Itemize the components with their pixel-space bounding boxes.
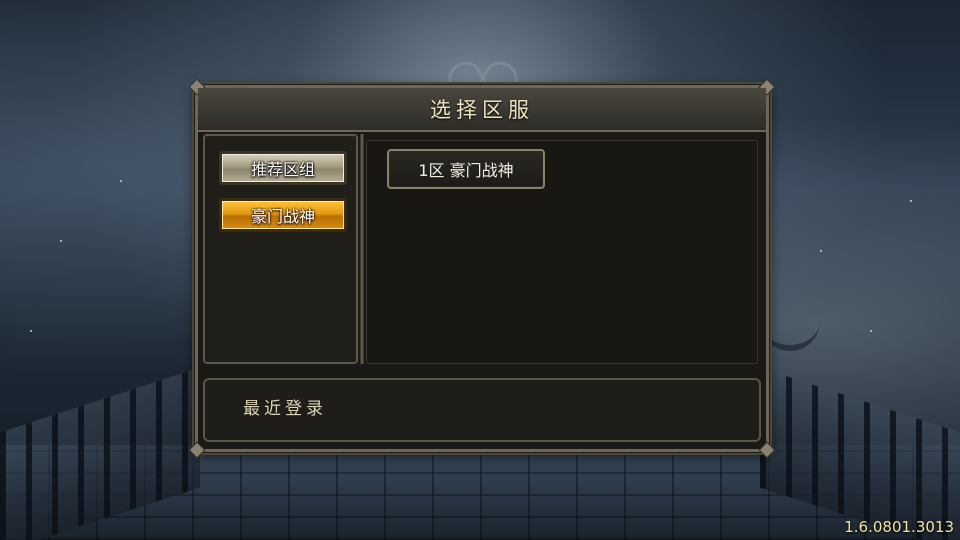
- background-pavilion-roof: [760, 315, 820, 351]
- dialog-title-bar: 选择区服: [198, 88, 766, 132]
- group-button-haomen-zhanshen[interactable]: 豪门战神: [219, 198, 347, 232]
- server-button-1[interactable]: 1区 豪门战神: [387, 149, 545, 189]
- version-label: 1.6.0801.3013: [844, 518, 954, 536]
- background-star: [30, 330, 32, 332]
- background-star: [120, 180, 122, 182]
- server-list: 1区 豪门战神: [366, 140, 758, 364]
- recent-login-label: 最近登录: [243, 399, 327, 419]
- background-star: [870, 330, 872, 332]
- background-star: [820, 250, 822, 252]
- panel-divider: [360, 134, 364, 364]
- recent-login-panel: 最近登录: [203, 378, 761, 442]
- group-button-label: 豪门战神: [250, 207, 315, 226]
- group-button-recommended[interactable]: 推荐区组: [219, 151, 347, 185]
- group-button-label: 推荐区组: [250, 160, 315, 179]
- background-star: [910, 200, 912, 202]
- server-select-dialog: 选择区服 推荐区组 豪门战神 1区 豪门战神 最近登录: [188, 78, 776, 459]
- server-button-label: 1区 豪门战神: [418, 161, 514, 180]
- dialog-title: 选择区服: [430, 98, 534, 122]
- server-group-list: 推荐区组 豪门战神: [203, 134, 358, 364]
- background-star: [60, 240, 62, 242]
- game-screen: 选择区服 推荐区组 豪门战神 1区 豪门战神 最近登录 1.6.0801.301…: [0, 0, 960, 540]
